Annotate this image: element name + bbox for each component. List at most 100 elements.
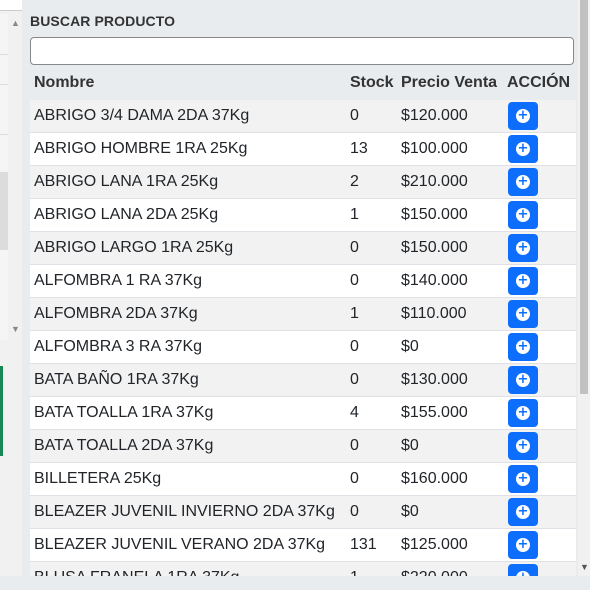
table-row: ABRIGO 3/4 DAMA 2DA 37Kg 0 $120.000 + <box>30 100 576 133</box>
stock-cell: 0 <box>350 272 359 289</box>
add-product-button[interactable]: + <box>508 300 538 328</box>
table-row: BATA BAÑO 1RA 37Kg 0 $130.000 + <box>30 364 576 397</box>
stock-cell: 1 <box>350 569 359 576</box>
stock-cell: 0 <box>350 503 359 520</box>
search-input[interactable] <box>30 37 574 65</box>
add-product-button[interactable]: + <box>508 564 538 576</box>
product-name-cell: ABRIGO 3/4 DAMA 2DA 37Kg <box>34 107 250 124</box>
stock-cell: 1 <box>350 305 359 322</box>
add-product-button[interactable]: + <box>508 432 538 460</box>
price-cell: $155.000 <box>401 404 468 421</box>
price-cell: $120.000 <box>401 107 468 124</box>
product-name-cell: BLUSA FRANELA 1RA 37Kg <box>34 569 239 576</box>
left-panel: ▲ ▼ <box>0 0 22 590</box>
product-name-cell: BILLETERA 25Kg <box>34 470 162 487</box>
price-cell: $220.000 <box>401 569 468 576</box>
price-cell: $0 <box>401 437 419 454</box>
add-product-button[interactable]: + <box>508 267 538 295</box>
left-listbox-divider <box>0 54 8 55</box>
table-row: ALFOMBRA 2DA 37Kg 1 $110.000 + <box>30 298 576 331</box>
product-name-cell: ALFOMBRA 2DA 37Kg <box>34 305 198 322</box>
add-product-button[interactable]: + <box>508 531 538 559</box>
add-product-button[interactable]: + <box>508 234 538 262</box>
left-listbox-divider <box>0 84 8 85</box>
table-header: Nombre Stock Precio Venta ACCIÓN <box>30 67 576 100</box>
plus-circle-icon: + <box>516 108 530 123</box>
plus-circle-icon: + <box>516 537 530 552</box>
table-row: BATA TOALLA 1RA 37Kg 4 $155.000 + <box>30 397 576 430</box>
scroll-down-icon[interactable]: ▼ <box>580 562 589 572</box>
plus-circle-icon: + <box>516 372 530 387</box>
price-cell: $110.000 <box>401 305 467 322</box>
add-product-button[interactable]: + <box>508 201 538 229</box>
product-name-cell: ALFOMBRA 3 RA 37Kg <box>34 338 203 355</box>
bottom-strip <box>0 576 590 590</box>
table-row: ABRIGO LANA 1RA 25Kg 2 $210.000 + <box>30 166 576 199</box>
product-name-cell: ABRIGO LARGO 1RA 25Kg <box>34 239 234 256</box>
price-cell: $150.000 <box>401 239 468 256</box>
add-product-button[interactable]: + <box>508 366 538 394</box>
add-product-button[interactable]: + <box>508 168 538 196</box>
product-name-cell: ABRIGO HOMBRE 1RA 25Kg <box>34 140 248 157</box>
product-name-cell: ABRIGO LANA 1RA 25Kg <box>34 173 219 190</box>
product-name-cell: BATA TOALLA 1RA 37Kg <box>34 404 214 421</box>
plus-circle-icon: + <box>516 339 530 354</box>
stock-cell: 13 <box>350 140 368 157</box>
table-row: ABRIGO HOMBRE 1RA 25Kg 13 $100.000 + <box>30 133 576 166</box>
scroll-down-icon[interactable]: ▼ <box>11 324 20 334</box>
plus-circle-icon: + <box>516 141 530 156</box>
price-cell: $100.000 <box>401 140 468 157</box>
product-name-cell: BATA BAÑO 1RA 37Kg <box>34 371 199 388</box>
scrollbar-thumb[interactable] <box>580 0 588 394</box>
header-stock: Stock <box>350 74 394 91</box>
left-scrollbar[interactable]: ▲ ▼ <box>8 14 22 340</box>
table-row: ABRIGO LANA 2DA 25Kg 1 $150.000 + <box>30 199 576 232</box>
stock-cell: 0 <box>350 239 359 256</box>
plus-circle-icon: + <box>516 273 530 288</box>
search-product-label: BUSCAR PRODUCTO <box>30 13 176 29</box>
price-cell: $150.000 <box>401 206 468 223</box>
table-row: ALFOMBRA 3 RA 37Kg 0 $0 + <box>30 331 576 364</box>
add-product-button[interactable]: + <box>508 333 538 361</box>
header-name: Nombre <box>34 74 95 91</box>
plus-circle-icon: + <box>516 471 530 486</box>
left-listbox-selected-row <box>0 172 8 250</box>
stock-cell: 131 <box>350 536 377 553</box>
stock-cell: 2 <box>350 173 359 190</box>
plus-circle-icon: + <box>516 207 530 222</box>
stock-cell: 0 <box>350 437 359 454</box>
product-name-cell: ABRIGO LANA 2DA 25Kg <box>34 206 219 223</box>
table-row: ABRIGO LARGO 1RA 25Kg 0 $150.000 + <box>30 232 576 265</box>
plus-circle-icon: + <box>516 306 530 321</box>
header-price: Precio Venta <box>401 74 498 91</box>
add-product-button[interactable]: + <box>508 498 538 526</box>
scroll-up-icon[interactable]: ▲ <box>11 18 20 28</box>
main-scrollbar[interactable]: ▼ <box>578 0 590 576</box>
product-name-cell: BLEAZER JUVENIL INVIERNO 2DA 37Kg <box>34 503 335 520</box>
price-cell: $210.000 <box>401 173 468 190</box>
price-cell: $140.000 <box>401 272 468 289</box>
plus-circle-icon: + <box>516 405 530 420</box>
table-row: BATA TOALLA 2DA 37Kg 0 $0 + <box>30 430 576 463</box>
table-row: BLEAZER JUVENIL INVIERNO 2DA 37Kg 0 $0 + <box>30 496 576 529</box>
stock-cell: 4 <box>350 404 359 421</box>
price-cell: $125.000 <box>401 536 468 553</box>
product-search-panel: BUSCAR PRODUCTO Nombre Stock Precio Vent… <box>22 0 578 576</box>
stock-cell: 0 <box>350 107 359 124</box>
add-product-button[interactable]: + <box>508 102 538 130</box>
product-name-cell: ALFOMBRA 1 RA 37Kg <box>34 272 203 289</box>
add-product-button[interactable]: + <box>508 399 538 427</box>
plus-circle-icon: + <box>516 240 530 255</box>
green-accent-bar <box>0 366 3 456</box>
add-product-button[interactable]: + <box>508 135 538 163</box>
add-product-button[interactable]: + <box>508 465 538 493</box>
header-action: ACCIÓN <box>507 74 571 91</box>
plus-circle-icon: + <box>516 174 530 189</box>
table-row: ALFOMBRA 1 RA 37Kg 0 $140.000 + <box>30 265 576 298</box>
stock-cell: 0 <box>350 338 359 355</box>
left-listbox-divider <box>0 134 8 135</box>
stock-cell: 0 <box>350 371 359 388</box>
product-name-cell: BATA TOALLA 2DA 37Kg <box>34 437 214 454</box>
product-name-cell: BLEAZER JUVENIL VERANO 2DA 37Kg <box>34 536 326 553</box>
table-row: BLUSA FRANELA 1RA 37Kg 1 $220.000 + <box>30 562 576 576</box>
